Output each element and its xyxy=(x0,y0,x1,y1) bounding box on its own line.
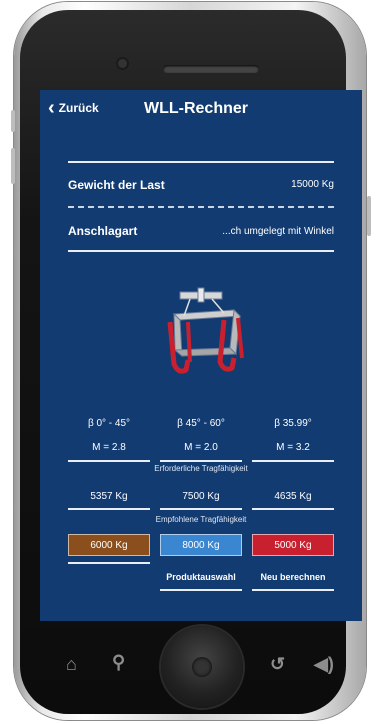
angle-range-2: β 45° - 60° xyxy=(177,418,225,429)
required-capacity-1: 5357 Kg xyxy=(90,491,128,502)
divider xyxy=(160,460,242,462)
product-select-button[interactable]: Produktauswahl xyxy=(160,572,242,582)
recommended-capacity-1[interactable]: 6000 Kg xyxy=(68,534,150,556)
factor-1: M = 2.8 xyxy=(92,442,126,453)
divider xyxy=(252,589,334,591)
phone-side-button xyxy=(367,196,371,236)
nav-bar: ‹ Zurück WLL-Rechner xyxy=(40,90,362,132)
angle-range-1: β 0° - 45° xyxy=(87,418,131,429)
home-button[interactable] xyxy=(161,626,243,708)
recalculate-button[interactable]: Neu berechnen xyxy=(252,572,334,582)
recommended-capacity-caption: Empfohlene Tragfähigkeit xyxy=(155,515,247,524)
page-title: WLL-Rechner xyxy=(144,100,248,117)
divider xyxy=(68,161,334,163)
divider xyxy=(68,562,150,564)
factor-2: M = 2.0 xyxy=(184,442,218,453)
chevron-left-icon: ‹ xyxy=(48,97,55,119)
load-label: Gewicht der Last xyxy=(68,178,165,192)
recommended-capacity-2[interactable]: 8000 Kg xyxy=(160,534,242,556)
phone-side-button xyxy=(11,110,15,132)
home-button-center xyxy=(192,657,212,677)
required-capacity-caption: Erforderliche Tragfähigkeit xyxy=(154,464,248,473)
factor-3: M = 3.2 xyxy=(276,442,310,453)
divider xyxy=(68,460,150,462)
required-capacity-2: 7500 Kg xyxy=(182,491,220,502)
divider xyxy=(68,250,334,252)
sling-type-field[interactable]: ...ch umgelegt mit Winkel xyxy=(180,226,334,237)
sling-type-label: Anschlagart xyxy=(68,224,138,238)
divider xyxy=(160,589,242,591)
earpiece-speaker xyxy=(163,65,259,73)
angle-range-3: β 35.99° xyxy=(274,418,312,429)
search-icon[interactable]: ⚲ xyxy=(112,652,125,673)
divider xyxy=(160,508,242,510)
speaker-icon[interactable]: ◀) xyxy=(314,654,334,675)
app-screen: ‹ Zurück WLL-Rechner Gewicht der Last 15… xyxy=(40,90,362,621)
back-label: Zurück xyxy=(58,101,99,115)
divider xyxy=(68,206,334,208)
recommended-capacity-3[interactable]: 5000 Kg xyxy=(252,534,334,556)
divider xyxy=(68,508,150,510)
back-button[interactable]: ‹ Zurück xyxy=(48,97,99,119)
back-arrow-icon[interactable]: ↺ xyxy=(270,654,285,675)
front-camera xyxy=(118,59,127,68)
load-value-field[interactable]: 15000 Kg xyxy=(210,179,334,190)
phone-side-button xyxy=(11,148,15,184)
home-icon[interactable]: ⌂ xyxy=(66,654,77,675)
required-capacity-3: 4635 Kg xyxy=(274,491,312,502)
divider xyxy=(252,508,334,510)
divider xyxy=(252,460,334,462)
sling-illustration xyxy=(167,287,244,374)
